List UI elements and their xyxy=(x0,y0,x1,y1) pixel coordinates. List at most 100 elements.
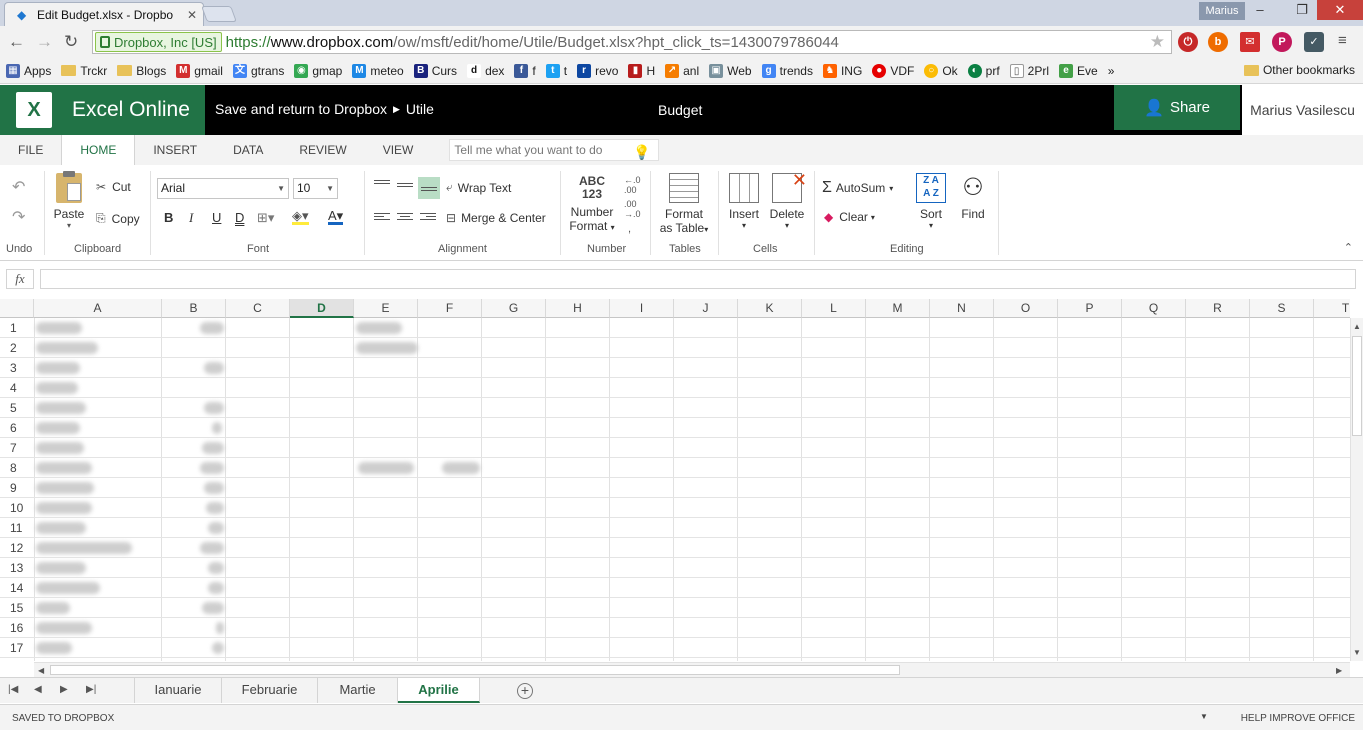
save-return-link[interactable]: Save and return to Dropbox xyxy=(215,101,387,117)
column-header-j[interactable]: J xyxy=(674,299,738,318)
sheet-tab-februarie[interactable]: Februarie xyxy=(222,678,318,703)
scroll-up-icon[interactable]: ▲ xyxy=(1353,322,1361,331)
bookmark-2prl[interactable]: ▯ 2Prl xyxy=(1009,63,1049,78)
column-header-o[interactable]: O xyxy=(994,299,1058,318)
row-header-2[interactable]: 2 xyxy=(0,338,34,358)
tab-review[interactable]: REVIEW xyxy=(281,135,364,165)
bookmark-vdf[interactable]: ● VDF xyxy=(872,63,914,78)
row-header-4[interactable]: 4 xyxy=(0,378,34,398)
extension-adblock-icon[interactable]: ⏻ xyxy=(1178,32,1198,52)
scroll-down-icon[interactable]: ▼ xyxy=(1353,648,1361,657)
bookmark-twitter[interactable]: tt xyxy=(545,63,567,78)
excel-brand[interactable]: X Excel Online xyxy=(0,85,205,135)
bookmark-anl[interactable]: ↗ anl xyxy=(665,63,699,78)
copy-button[interactable]: ⎘ Copy xyxy=(96,211,140,226)
sheet-tab-ianuarie[interactable]: Ianuarie xyxy=(134,678,222,703)
tell-me-input[interactable]: Tell me what you want to do 💡 xyxy=(449,139,660,161)
other-bookmarks[interactable]: Other bookmarks xyxy=(1243,63,1355,77)
bold-icon[interactable]: B xyxy=(164,210,173,225)
menu-icon[interactable]: ≡ xyxy=(1338,32,1347,49)
align-bottom-icon[interactable] xyxy=(418,177,440,199)
column-header-f[interactable]: F xyxy=(418,299,482,318)
bookmark-gtrans[interactable]: 文 gtrans xyxy=(232,63,284,78)
vertical-scrollbar[interactable]: ▲ ▼ xyxy=(1350,318,1363,661)
bookmark-facebook[interactable]: ff xyxy=(514,63,536,78)
italic-icon[interactable]: I xyxy=(189,210,193,226)
bookmark-apps[interactable]: ▦ Apps xyxy=(6,63,51,78)
folder-link[interactable]: Utile xyxy=(406,101,434,117)
bookmark-meteo[interactable]: Mmeteo xyxy=(352,63,404,78)
bookmark-star-icon[interactable]: ★ xyxy=(1150,32,1165,52)
column-header-r[interactable]: R xyxy=(1186,299,1250,318)
horizontal-scroll-thumb[interactable] xyxy=(50,665,900,675)
sheet-tab-aprilie[interactable]: Aprilie xyxy=(398,678,480,703)
column-header-c[interactable]: C xyxy=(226,299,290,318)
row-header-1[interactable]: 1 xyxy=(0,318,34,338)
comma-style-icon[interactable]: , xyxy=(628,223,631,235)
extension-gmail-icon[interactable]: ✉ xyxy=(1240,32,1260,52)
chevron-down-icon[interactable]: ▼ xyxy=(1200,712,1208,721)
row-header-17[interactable]: 17 xyxy=(0,638,34,658)
row-header-7[interactable]: 7 xyxy=(0,438,34,458)
row-header-8[interactable]: 8 xyxy=(0,458,34,478)
cut-button[interactable]: ✂ Cut xyxy=(96,180,131,194)
row-header-14[interactable]: 14 xyxy=(0,578,34,598)
increase-decimal-icon[interactable]: ←.0.00 xyxy=(624,175,641,195)
bookmark-curs[interactable]: B Curs xyxy=(413,63,457,78)
borders-icon[interactable]: ⊞▾ xyxy=(257,210,274,226)
redo-icon[interactable]: ↷ xyxy=(12,207,25,227)
double-underline-icon[interactable]: D xyxy=(235,210,244,225)
paste-button[interactable]: Paste ▾ xyxy=(52,171,86,230)
address-bar[interactable]: Dropbox, Inc [US] https:// www.dropbox.c… xyxy=(92,30,1172,54)
collapse-ribbon-icon[interactable]: ⌃ xyxy=(1344,241,1353,254)
row-header-9[interactable]: 9 xyxy=(0,478,34,498)
minimize-icon[interactable]: – xyxy=(1245,0,1275,20)
bookmark-eve[interactable]: e Eve xyxy=(1059,63,1098,78)
column-header-e[interactable]: E xyxy=(354,299,418,318)
bookmark-trckr[interactable]: Trckr xyxy=(61,64,107,78)
row-header-5[interactable]: 5 xyxy=(0,398,34,418)
tab-view[interactable]: VIEW xyxy=(365,135,432,165)
bookmark-dex[interactable]: d dex xyxy=(467,63,504,78)
bookmarks-overflow[interactable]: » xyxy=(1108,64,1115,78)
extension-blogger-icon[interactable]: b xyxy=(1208,32,1228,52)
document-title[interactable]: Budget xyxy=(658,102,702,118)
column-header-m[interactable]: M xyxy=(866,299,930,318)
bookmark-web[interactable]: ▣ Web xyxy=(709,63,752,78)
bookmark-gmap[interactable]: ◉ gmap xyxy=(294,63,342,78)
format-as-table-button[interactable]: Format as Table▾ xyxy=(656,173,712,235)
tab-file[interactable]: FILE xyxy=(0,135,61,165)
column-header-h[interactable]: H xyxy=(546,299,610,318)
column-header-p[interactable]: P xyxy=(1058,299,1122,318)
column-header-a[interactable]: A xyxy=(34,299,162,318)
share-button[interactable]: 👤 Share xyxy=(1114,85,1240,130)
align-top-icon[interactable] xyxy=(374,180,390,192)
function-icon[interactable]: fx xyxy=(6,269,34,289)
font-name-select[interactable]: Arial ▼ xyxy=(157,178,289,199)
column-header-l[interactable]: L xyxy=(802,299,866,318)
bookmark-blogs[interactable]: Blogs xyxy=(117,64,166,78)
close-icon[interactable]: ✕ xyxy=(187,8,197,22)
help-improve-link[interactable]: HELP IMPROVE OFFICE xyxy=(1241,713,1355,724)
prev-sheet-icon[interactable]: ◀ xyxy=(34,684,42,695)
tab-insert[interactable]: INSERT xyxy=(135,135,215,165)
restore-icon[interactable]: ❐ xyxy=(1287,0,1317,20)
extension-pocket-icon[interactable]: ✓ xyxy=(1304,32,1324,52)
column-header-t[interactable]: T xyxy=(1314,299,1350,318)
column-header-n[interactable]: N xyxy=(930,299,994,318)
row-header-11[interactable]: 11 xyxy=(0,518,34,538)
column-header-i[interactable]: I xyxy=(610,299,674,318)
sheet-tab-martie[interactable]: Martie xyxy=(318,678,398,703)
bookmark-ing[interactable]: ♞ ING xyxy=(822,63,862,78)
row-header-15[interactable]: 15 xyxy=(0,598,34,618)
autosum-button[interactable]: Σ AutoSum ▾ xyxy=(822,179,893,197)
font-color-icon[interactable]: A▾ xyxy=(328,209,344,225)
tab-data[interactable]: DATA xyxy=(215,135,281,165)
vertical-scroll-thumb[interactable] xyxy=(1352,336,1362,436)
find-button[interactable]: ⚇ Find xyxy=(956,173,990,221)
clear-button[interactable]: ◆ Clear ▾ xyxy=(824,210,875,224)
horizontal-scrollbar[interactable]: ◀ ▶ xyxy=(34,662,1350,677)
number-format-button[interactable]: ABC 123 Number Format ▾ xyxy=(566,175,618,234)
row-header-13[interactable]: 13 xyxy=(0,558,34,578)
bookmark-prf[interactable]: ◐ prf xyxy=(967,63,1000,78)
